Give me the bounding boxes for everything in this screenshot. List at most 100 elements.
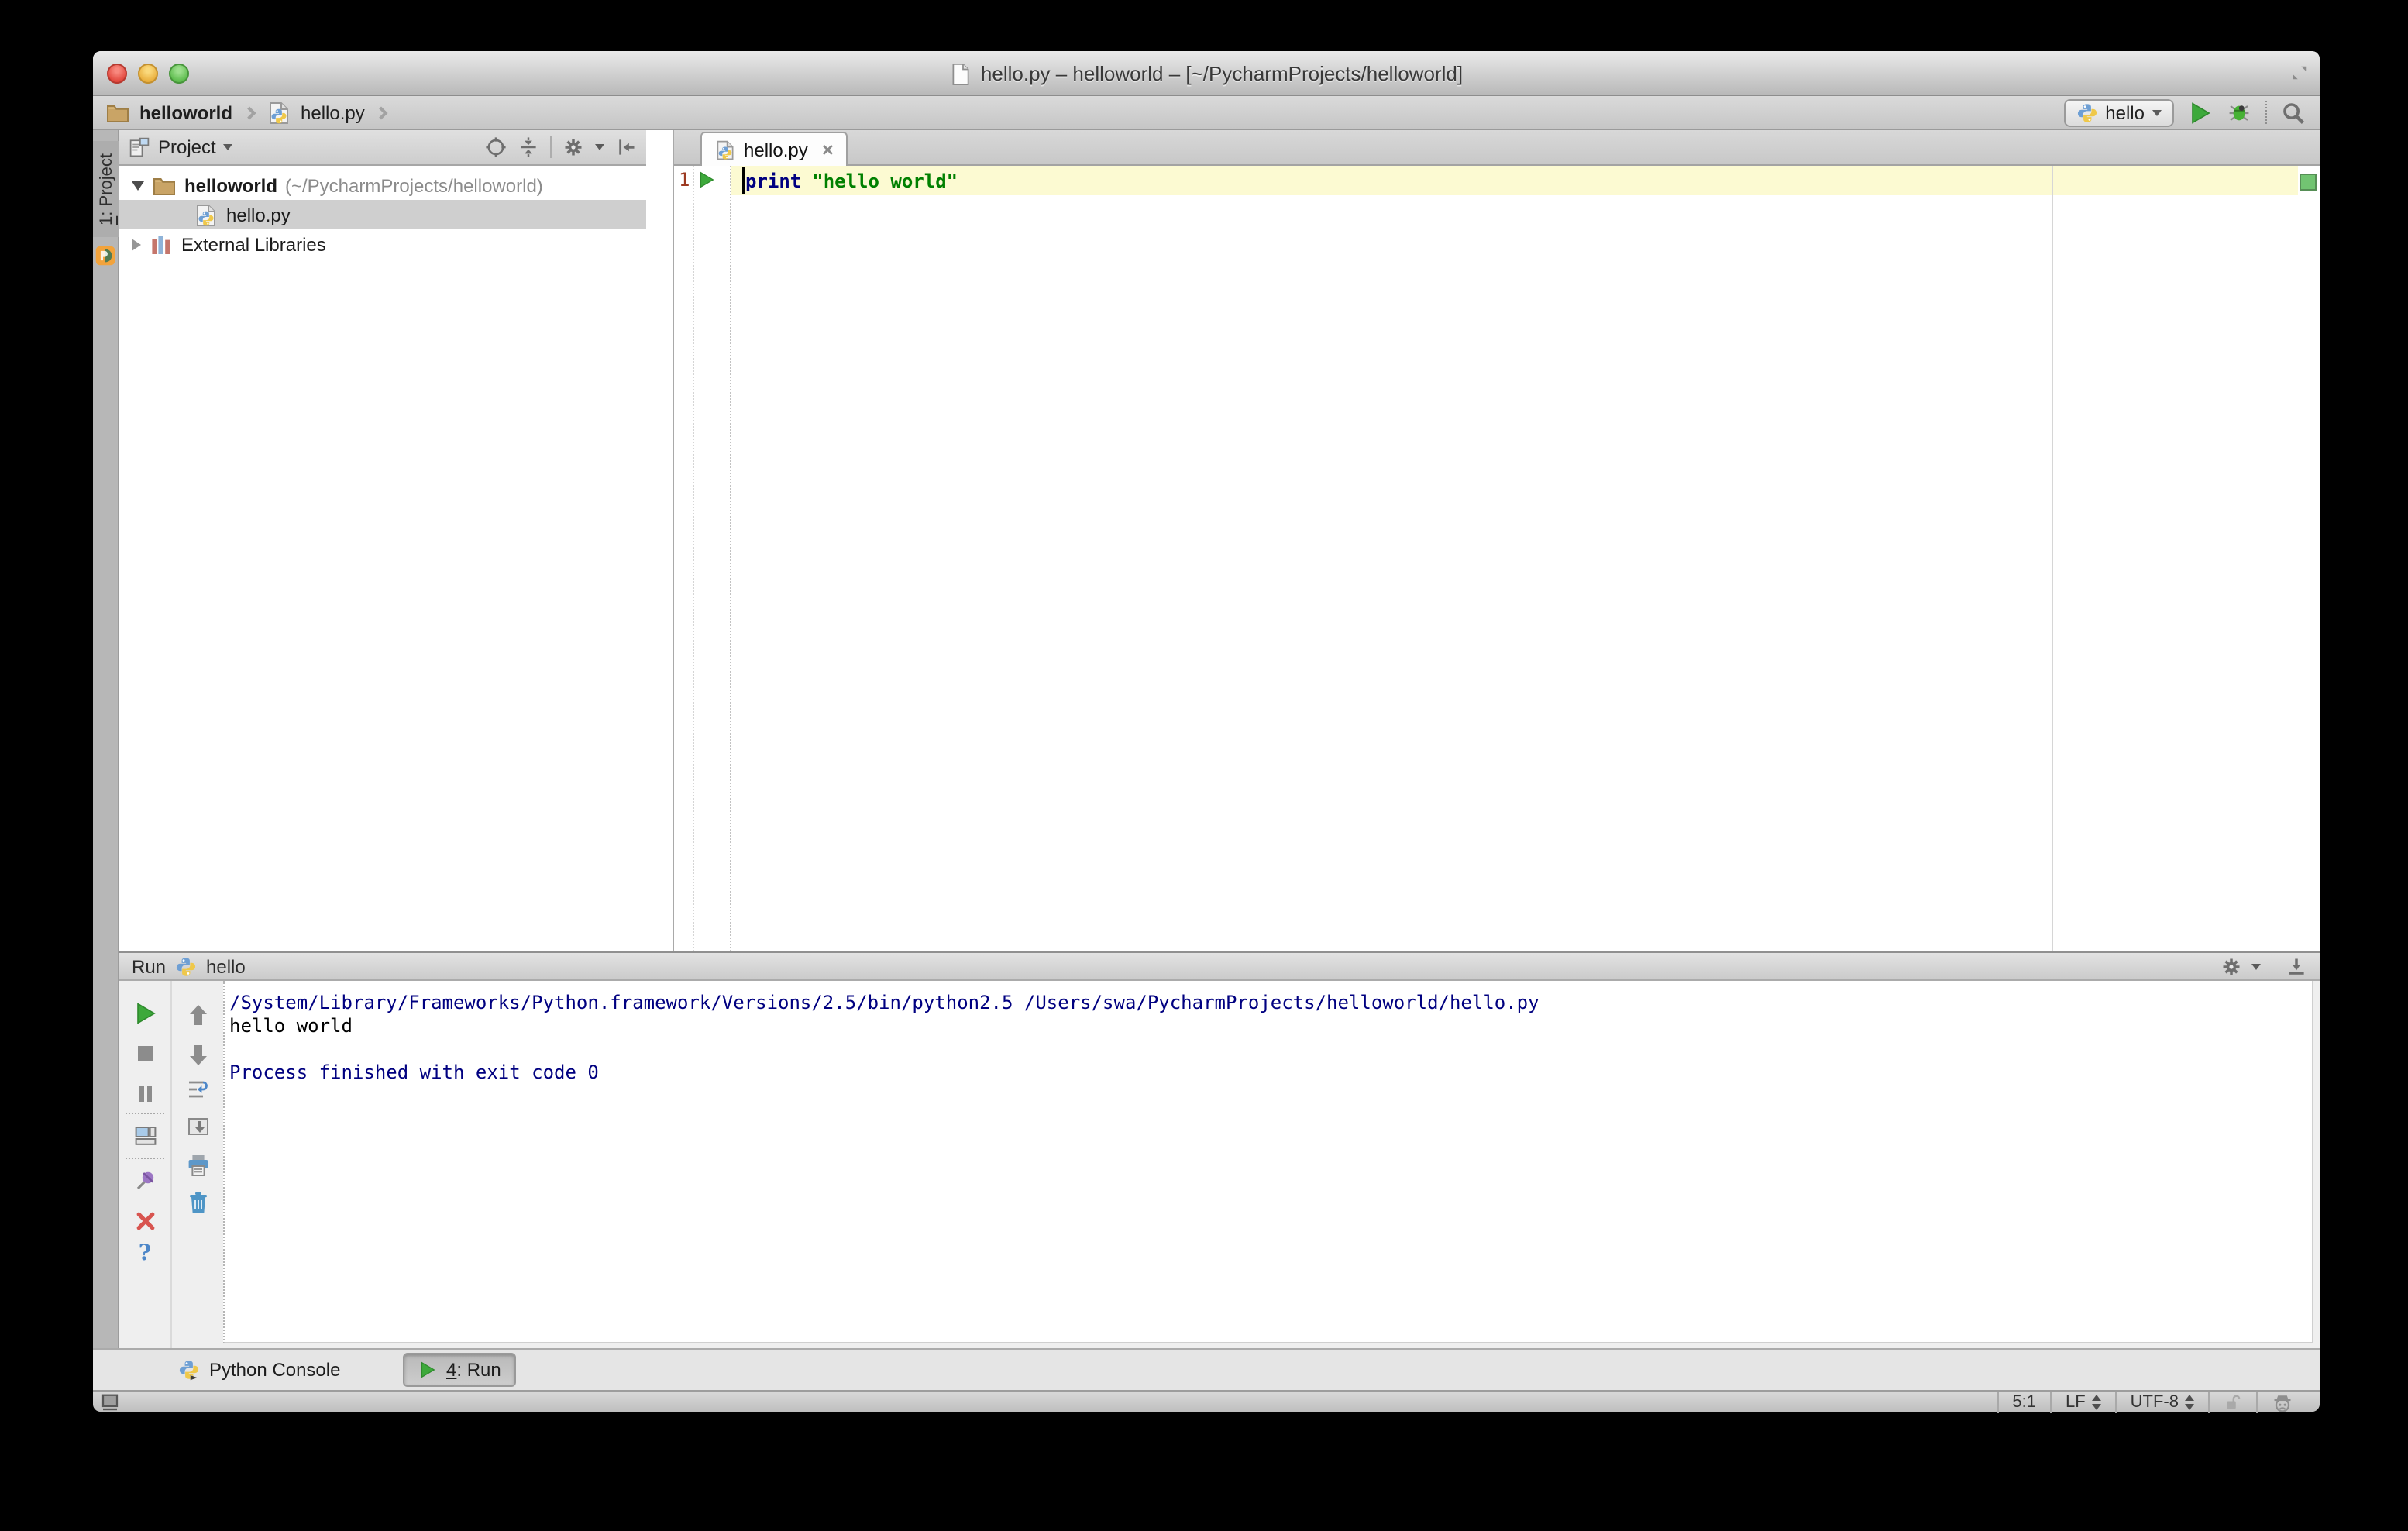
hide-panel-icon[interactable]	[615, 136, 637, 158]
tab-hello-py[interactable]: hello.py ×	[700, 132, 848, 166]
help-icon[interactable]: ?	[139, 1241, 151, 1266]
run-panel-body: ? /System/Library/Frameworks/Python.fram…	[119, 981, 2320, 1350]
run-icon	[418, 1361, 437, 1379]
code-string: "hello world"	[812, 170, 958, 191]
title-bar[interactable]: hello.py – helloworld – [~/PycharmProjec…	[93, 51, 2320, 96]
toolbar-separator	[126, 1113, 164, 1114]
clear-all-icon[interactable]	[185, 1190, 210, 1215]
document-icon	[950, 63, 972, 84]
run-left-toolbar: ?	[119, 981, 172, 1350]
editor-body[interactable]: 1 print "hello world"	[674, 166, 2320, 951]
settings-gear-icon[interactable]	[562, 136, 584, 158]
caret-position-widget[interactable]: 5:1	[1997, 1392, 2050, 1413]
pycharm-logo-icon	[95, 245, 116, 267]
python-icon	[2076, 101, 2097, 123]
desktop-background: hello.py – helloworld – [~/PycharmProjec…	[0, 0, 2408, 1531]
breadcrumb: helloworld hello.py	[105, 96, 390, 129]
chevron-collapsed-icon[interactable]	[132, 238, 141, 250]
toolbar-separator	[550, 136, 552, 158]
project-tree: helloworld (~/PycharmProjects/helloworld…	[119, 166, 646, 951]
search-icon[interactable]	[2281, 100, 2306, 125]
up-stack-trace-icon[interactable]	[185, 1003, 210, 1027]
updown-caret-icon	[2185, 1395, 2194, 1410]
encoding-widget[interactable]: UTF-8	[2114, 1392, 2208, 1413]
console-output[interactable]: /System/Library/Frameworks/Python.framew…	[223, 981, 2313, 1343]
project-panel-title[interactable]: Project	[158, 136, 216, 158]
chevron-down-icon	[595, 144, 604, 150]
python-file-icon	[267, 100, 291, 125]
chevron-expanded-icon[interactable]	[132, 181, 144, 190]
python-console-button[interactable]: Python Console	[164, 1353, 354, 1387]
chevron-down-icon	[2251, 963, 2261, 969]
project-panel-header: Project	[119, 130, 646, 166]
inspections-profile-icon	[2272, 1392, 2293, 1413]
editor-gutter: 1	[674, 166, 731, 951]
code-line-1[interactable]: print "hello world"	[745, 166, 958, 195]
run-tool-window-button[interactable]: 4: Run	[403, 1353, 517, 1387]
pin-tab-icon[interactable]	[132, 1168, 157, 1193]
breadcrumb-project[interactable]: helloworld	[139, 101, 232, 123]
editor-tab-bar: hello.py ×	[674, 130, 2320, 166]
debug-icon[interactable]	[2227, 100, 2251, 125]
run-panel-title: Run	[132, 955, 167, 977]
close-icon[interactable]	[132, 1209, 157, 1233]
close-tab-icon[interactable]: ×	[822, 138, 834, 161]
run-configuration-label: hello	[2105, 101, 2145, 123]
chevron-right-icon	[243, 105, 256, 119]
encoding-value: UTF-8	[2130, 1393, 2179, 1412]
breadcrumb-file[interactable]: hello.py	[301, 101, 365, 123]
scroll-to-end-icon[interactable]	[185, 1114, 210, 1139]
hide-down-icon[interactable]	[2286, 955, 2307, 977]
soft-wrap-icon[interactable]	[185, 1077, 210, 1102]
run-configuration-selector[interactable]: hello	[2063, 98, 2174, 126]
run-tool-window: Run hello ? /System/Library/Frameworks/P…	[119, 951, 2320, 1350]
line-separator-widget[interactable]: LF	[2049, 1392, 2115, 1413]
code-keyword: print	[745, 170, 802, 191]
collapse-all-icon[interactable]	[518, 136, 539, 158]
project-view-icon	[129, 136, 150, 158]
folder-icon	[152, 173, 177, 198]
inspection-strip	[2298, 166, 2320, 951]
tool-window-bar: Python Console 4: Run	[93, 1348, 2320, 1390]
pycharm-window: hello.py – helloworld – [~/PycharmProjec…	[93, 51, 2320, 1413]
tool-window-stripe: 1: Project	[93, 130, 119, 1390]
libraries-icon	[149, 232, 174, 256]
run-line-icon[interactable]	[697, 170, 716, 189]
restore-layout-icon[interactable]	[132, 1123, 157, 1148]
unlock-icon	[2224, 1393, 2242, 1412]
chevron-right-icon	[375, 105, 389, 119]
inspection-status-indicator[interactable]	[2300, 174, 2317, 191]
print-icon[interactable]	[185, 1153, 210, 1178]
toolbar-separator	[126, 1158, 164, 1159]
chevron-down-icon[interactable]	[223, 144, 233, 150]
tree-item-label: helloworld	[184, 174, 277, 196]
folder-icon	[105, 100, 130, 125]
navigation-bar: helloworld hello.py hello	[93, 96, 2320, 130]
line-separator-value: LF	[2065, 1393, 2086, 1412]
window-title: hello.py – helloworld – [~/PycharmProjec…	[980, 62, 1464, 85]
main-area: Project helloworld (~/PycharmProjects/he…	[119, 130, 2320, 951]
tree-item-external-libraries[interactable]: External Libraries	[119, 229, 646, 259]
tree-item-helloworld[interactable]: helloworld (~/PycharmProjects/helloworld…	[119, 170, 646, 200]
inspections-profile-widget[interactable]	[2256, 1392, 2307, 1413]
readonly-lock-widget[interactable]	[2208, 1392, 2256, 1413]
sidebar-tab-project[interactable]: 1: Project	[93, 141, 119, 237]
fullscreen-icon[interactable]	[2290, 64, 2309, 82]
toggle-toolwindow-bars-icon[interactable]	[101, 1393, 119, 1412]
run-config-name[interactable]: hello	[206, 955, 246, 977]
run-icon[interactable]	[2188, 100, 2213, 125]
settings-gear-icon[interactable]	[2221, 955, 2242, 977]
python-icon	[175, 955, 197, 977]
pause-output-icon[interactable]	[132, 1082, 157, 1106]
stop-icon[interactable]	[132, 1041, 157, 1066]
locate-icon[interactable]	[485, 136, 507, 158]
tree-item-hello-py[interactable]: hello.py	[119, 200, 646, 229]
rerun-icon[interactable]	[132, 1001, 157, 1026]
project-tool-window: Project helloworld (~/PycharmProjects/he…	[119, 130, 646, 951]
caret-position: 5:1	[2012, 1393, 2036, 1412]
console-line: Process finished with exit code 0	[229, 1061, 599, 1083]
current-line-highlight	[731, 166, 2298, 195]
line-number: 1	[679, 169, 690, 191]
down-stack-trace-icon[interactable]	[185, 1043, 210, 1068]
updown-caret-icon	[2091, 1395, 2101, 1410]
